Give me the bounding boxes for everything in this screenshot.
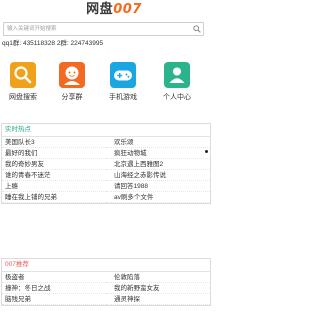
recommend-panel: 007推荐 极盗者 伦敦陷落 撞神：冬日之战 我的新野蛮女友 脑残兄弟 通灵神探	[1, 258, 211, 306]
hot-topic-item[interactable]: 山海经之赤影传说	[106, 170, 210, 181]
quick-link-label: 个人中心	[163, 94, 191, 101]
hot-topics-panel: 实时热点 美国队长3 欢乐颂 最好的我们 疯狂动物城 我的奇妙男友 北京遇上西雅…	[1, 123, 211, 204]
quick-link-label: 分享群	[61, 94, 83, 101]
quick-link-personal-center[interactable]: 个人中心	[154, 62, 200, 102]
search-icon[interactable]	[193, 25, 201, 33]
hot-topics-title: 实时热点	[2, 124, 210, 137]
scroll-indicator	[205, 150, 208, 153]
hot-topic-item[interactable]: 北京遇上西雅图2	[106, 159, 210, 170]
hot-topic-item[interactable]: 疯狂动物城	[106, 148, 210, 159]
hot-topic-item[interactable]: 上瘾	[2, 181, 106, 192]
quick-link-label: 手机游戏	[109, 94, 137, 101]
recommend-item[interactable]: 撞神：冬日之战	[2, 283, 106, 294]
user-icon	[59, 62, 85, 88]
hot-topic-item[interactable]: 睡在我上铺的兄弟	[2, 192, 106, 203]
recommend-title: 007推荐	[2, 259, 210, 272]
gamepad-icon	[110, 62, 136, 88]
recommend-item[interactable]: 我的新野蛮女友	[106, 283, 210, 294]
recommend-item[interactable]: 通灵神探	[106, 294, 210, 305]
search-input[interactable]	[7, 24, 167, 34]
quick-links: 网盘搜索 分享群 手机游戏 个人中心	[0, 62, 210, 118]
search-icon	[10, 62, 36, 88]
hot-topic-item[interactable]: 最好的我们	[2, 148, 106, 159]
recommend-item[interactable]: 脑残兄弟	[2, 294, 106, 305]
search-bar	[3, 22, 204, 36]
hot-topic-item[interactable]: 谁的青春不迷茫	[2, 170, 106, 181]
qq-group-info: qq1群: 435118328 2群: 224743995	[2, 40, 104, 47]
recommend-item[interactable]: 伦敦陷落	[106, 272, 210, 283]
hot-topic-item[interactable]: av刷多个文件	[106, 192, 210, 203]
recommend-item[interactable]: 极盗者	[2, 272, 106, 283]
quick-link-share-group[interactable]: 分享群	[49, 62, 95, 102]
hot-topic-item[interactable]: 我的奇妙男友	[2, 159, 106, 170]
quick-link-mobile-games[interactable]: 手机游戏	[100, 62, 146, 102]
quick-link-search[interactable]: 网盘搜索	[0, 62, 46, 102]
header: 网盘007	[0, 0, 210, 19]
person-icon	[164, 62, 190, 88]
hot-topic-item[interactable]: 请回答1988	[106, 181, 210, 192]
site-logo[interactable]: 网盘007	[86, 2, 142, 17]
hot-topic-item[interactable]: 美国队长3	[2, 137, 106, 148]
quick-link-label: 网盘搜索	[9, 94, 37, 101]
hot-topic-item[interactable]: 欢乐颂	[106, 137, 210, 148]
